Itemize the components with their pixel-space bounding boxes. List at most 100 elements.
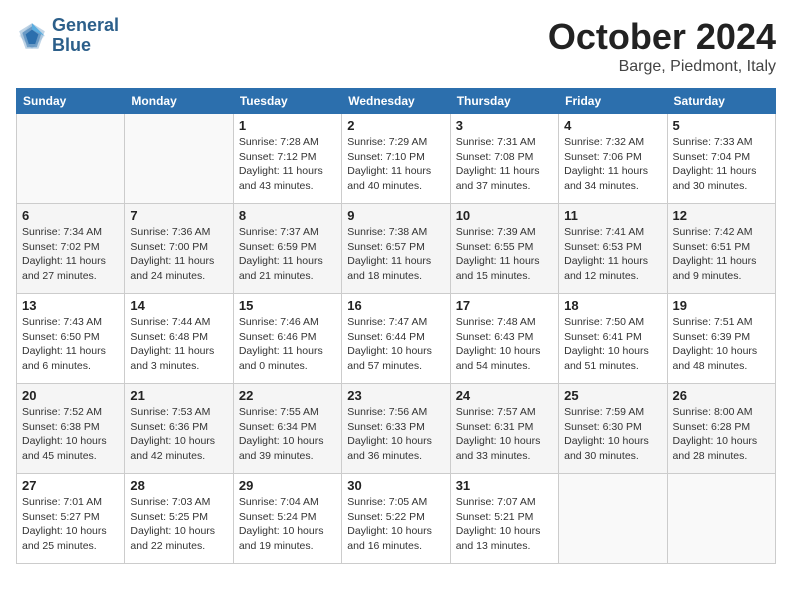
calendar-cell: 20 Sunrise: 7:52 AMSunset: 6:38 PMDayligh… (17, 384, 125, 474)
calendar-cell: 2Sunrise: 7:29 AMSunset: 7:10 PMDaylight… (342, 114, 450, 204)
calendar-week-3: 13 Sunrise: 7:43 AMSunset: 6:50 PMDayligh… (17, 294, 776, 384)
day-number: 18 (564, 298, 661, 313)
day-detail: Sunrise: 7:51 AMSunset: 6:39 PMDaylight:… (673, 315, 770, 374)
day-number: 4 (564, 118, 661, 133)
day-detail: Sunrise: 7:46 AMSunset: 6:46 PMDaylight:… (239, 315, 336, 374)
logo-icon (16, 20, 48, 52)
day-detail: Sunrise: 7:04 AMSunset: 5:24 PMDaylight:… (239, 495, 336, 554)
logo-text: General Blue (52, 16, 119, 56)
day-number: 23 (347, 388, 444, 403)
calendar-week-1: 1 Sunrise: 7:28 AMSunset: 7:12 PMDaylight… (17, 114, 776, 204)
calendar-cell: 8Sunrise: 7:37 AMSunset: 6:59 PMDaylight… (233, 204, 341, 294)
day-number: 21 (130, 388, 227, 403)
day-detail: Sunrise: 7:55 AMSunset: 6:34 PMDaylight:… (239, 405, 336, 464)
calendar-cell: 19 Sunrise: 7:51 AMSunset: 6:39 PMDayligh… (667, 294, 775, 384)
calendar-cell: 17 Sunrise: 7:48 AMSunset: 6:43 PMDayligh… (450, 294, 558, 384)
day-number: 13 (22, 298, 119, 313)
calendar-cell: 6Sunrise: 7:34 AMSunset: 7:02 PMDaylight… (17, 204, 125, 294)
day-number: 9 (347, 208, 444, 223)
col-header-friday: Friday (559, 89, 667, 114)
calendar-cell: 5 Sunrise: 7:33 AMSunset: 7:04 PMDaylight… (667, 114, 775, 204)
calendar-cell: 23 Sunrise: 7:56 AMSunset: 6:33 PMDayligh… (342, 384, 450, 474)
calendar-cell: 21 Sunrise: 7:53 AMSunset: 6:36 PMDayligh… (125, 384, 233, 474)
col-header-monday: Monday (125, 89, 233, 114)
day-number: 14 (130, 298, 227, 313)
title-block: October 2024 Barge, Piedmont, Italy (548, 16, 776, 76)
day-detail: Sunrise: 7:01 AMSunset: 5:27 PMDaylight:… (22, 495, 119, 554)
day-number: 5 (673, 118, 770, 133)
logo: General Blue (16, 16, 119, 56)
day-detail: Sunrise: 7:47 AMSunset: 6:44 PMDaylight:… (347, 315, 444, 374)
day-detail: Sunrise: 7:59 AMSunset: 6:30 PMDaylight:… (564, 405, 661, 464)
calendar-cell (17, 114, 125, 204)
day-number: 12 (673, 208, 770, 223)
location: Barge, Piedmont, Italy (548, 58, 776, 76)
calendar-cell: 18Sunrise: 7:50 AMSunset: 6:41 PMDayligh… (559, 294, 667, 384)
day-detail: Sunrise: 7:07 AMSunset: 5:21 PMDaylight:… (456, 495, 553, 554)
day-number: 25 (564, 388, 661, 403)
calendar-cell: 22 Sunrise: 7:55 AMSunset: 6:34 PMDayligh… (233, 384, 341, 474)
day-number: 17 (456, 298, 553, 313)
day-number: 27 (22, 478, 119, 493)
day-detail: Sunrise: 7:33 AMSunset: 7:04 PMDaylight:… (673, 135, 770, 194)
calendar-week-2: 6Sunrise: 7:34 AMSunset: 7:02 PMDaylight… (17, 204, 776, 294)
day-number: 19 (673, 298, 770, 313)
day-detail: Sunrise: 7:53 AMSunset: 6:36 PMDaylight:… (130, 405, 227, 464)
month-title: October 2024 (548, 16, 776, 58)
day-detail: Sunrise: 7:29 AMSunset: 7:10 PMDaylight:… (347, 135, 444, 194)
day-detail: Sunrise: 7:48 AMSunset: 6:43 PMDaylight:… (456, 315, 553, 374)
calendar-cell: 27 Sunrise: 7:01 AMSunset: 5:27 PMDayligh… (17, 474, 125, 564)
calendar-cell: 9 Sunrise: 7:38 AMSunset: 6:57 PMDaylight… (342, 204, 450, 294)
day-detail: Sunrise: 7:56 AMSunset: 6:33 PMDaylight:… (347, 405, 444, 464)
col-header-saturday: Saturday (667, 89, 775, 114)
day-detail: Sunrise: 8:00 AMSunset: 6:28 PMDaylight:… (673, 405, 770, 464)
day-number: 22 (239, 388, 336, 403)
day-detail: Sunrise: 7:05 AMSunset: 5:22 PMDaylight:… (347, 495, 444, 554)
col-header-sunday: Sunday (17, 89, 125, 114)
day-detail: Sunrise: 7:43 AMSunset: 6:50 PMDaylight:… (22, 315, 119, 374)
day-detail: Sunrise: 7:39 AMSunset: 6:55 PMDaylight:… (456, 225, 553, 284)
day-detail: Sunrise: 7:03 AMSunset: 5:25 PMDaylight:… (130, 495, 227, 554)
day-detail: Sunrise: 7:44 AMSunset: 6:48 PMDaylight:… (130, 315, 227, 374)
day-detail: Sunrise: 7:38 AMSunset: 6:57 PMDaylight:… (347, 225, 444, 284)
calendar-cell: 13 Sunrise: 7:43 AMSunset: 6:50 PMDayligh… (17, 294, 125, 384)
header-row: SundayMondayTuesdayWednesdayThursdayFrid… (17, 89, 776, 114)
day-detail: Sunrise: 7:28 AMSunset: 7:12 PMDaylight:… (239, 135, 336, 194)
day-number: 1 (239, 118, 336, 133)
calendar-cell: 14 Sunrise: 7:44 AMSunset: 6:48 PMDayligh… (125, 294, 233, 384)
day-detail: Sunrise: 7:36 AMSunset: 7:00 PMDaylight:… (130, 225, 227, 284)
calendar-week-5: 27 Sunrise: 7:01 AMSunset: 5:27 PMDayligh… (17, 474, 776, 564)
day-number: 31 (456, 478, 553, 493)
day-number: 16 (347, 298, 444, 313)
col-header-tuesday: Tuesday (233, 89, 341, 114)
calendar-cell (559, 474, 667, 564)
day-number: 11 (564, 208, 661, 223)
calendar-cell: 30 Sunrise: 7:05 AMSunset: 5:22 PMDayligh… (342, 474, 450, 564)
day-number: 20 (22, 388, 119, 403)
day-number: 28 (130, 478, 227, 493)
day-detail: Sunrise: 7:57 AMSunset: 6:31 PMDaylight:… (456, 405, 553, 464)
calendar-cell (125, 114, 233, 204)
calendar-cell: 1 Sunrise: 7:28 AMSunset: 7:12 PMDaylight… (233, 114, 341, 204)
calendar-cell: 10 Sunrise: 7:39 AMSunset: 6:55 PMDayligh… (450, 204, 558, 294)
calendar-table: SundayMondayTuesdayWednesdayThursdayFrid… (16, 88, 776, 564)
day-detail: Sunrise: 7:34 AMSunset: 7:02 PMDaylight:… (22, 225, 119, 284)
col-header-thursday: Thursday (450, 89, 558, 114)
calendar-cell: 3Sunrise: 7:31 AMSunset: 7:08 PMDaylight… (450, 114, 558, 204)
day-number: 3 (456, 118, 553, 133)
page-header: General Blue October 2024 Barge, Piedmon… (16, 16, 776, 76)
day-detail: Sunrise: 7:32 AMSunset: 7:06 PMDaylight:… (564, 135, 661, 194)
day-number: 7 (130, 208, 227, 223)
day-number: 10 (456, 208, 553, 223)
calendar-cell: 28 Sunrise: 7:03 AMSunset: 5:25 PMDayligh… (125, 474, 233, 564)
day-number: 29 (239, 478, 336, 493)
calendar-cell: 7 Sunrise: 7:36 AMSunset: 7:00 PMDaylight… (125, 204, 233, 294)
calendar-cell: 31 Sunrise: 7:07 AMSunset: 5:21 PMDayligh… (450, 474, 558, 564)
calendar-cell: 15Sunrise: 7:46 AMSunset: 6:46 PMDayligh… (233, 294, 341, 384)
day-detail: Sunrise: 7:52 AMSunset: 6:38 PMDaylight:… (22, 405, 119, 464)
day-number: 30 (347, 478, 444, 493)
calendar-cell: 29 Sunrise: 7:04 AMSunset: 5:24 PMDayligh… (233, 474, 341, 564)
calendar-cell: 12Sunrise: 7:42 AMSunset: 6:51 PMDayligh… (667, 204, 775, 294)
day-detail: Sunrise: 7:41 AMSunset: 6:53 PMDaylight:… (564, 225, 661, 284)
day-detail: Sunrise: 7:37 AMSunset: 6:59 PMDaylight:… (239, 225, 336, 284)
